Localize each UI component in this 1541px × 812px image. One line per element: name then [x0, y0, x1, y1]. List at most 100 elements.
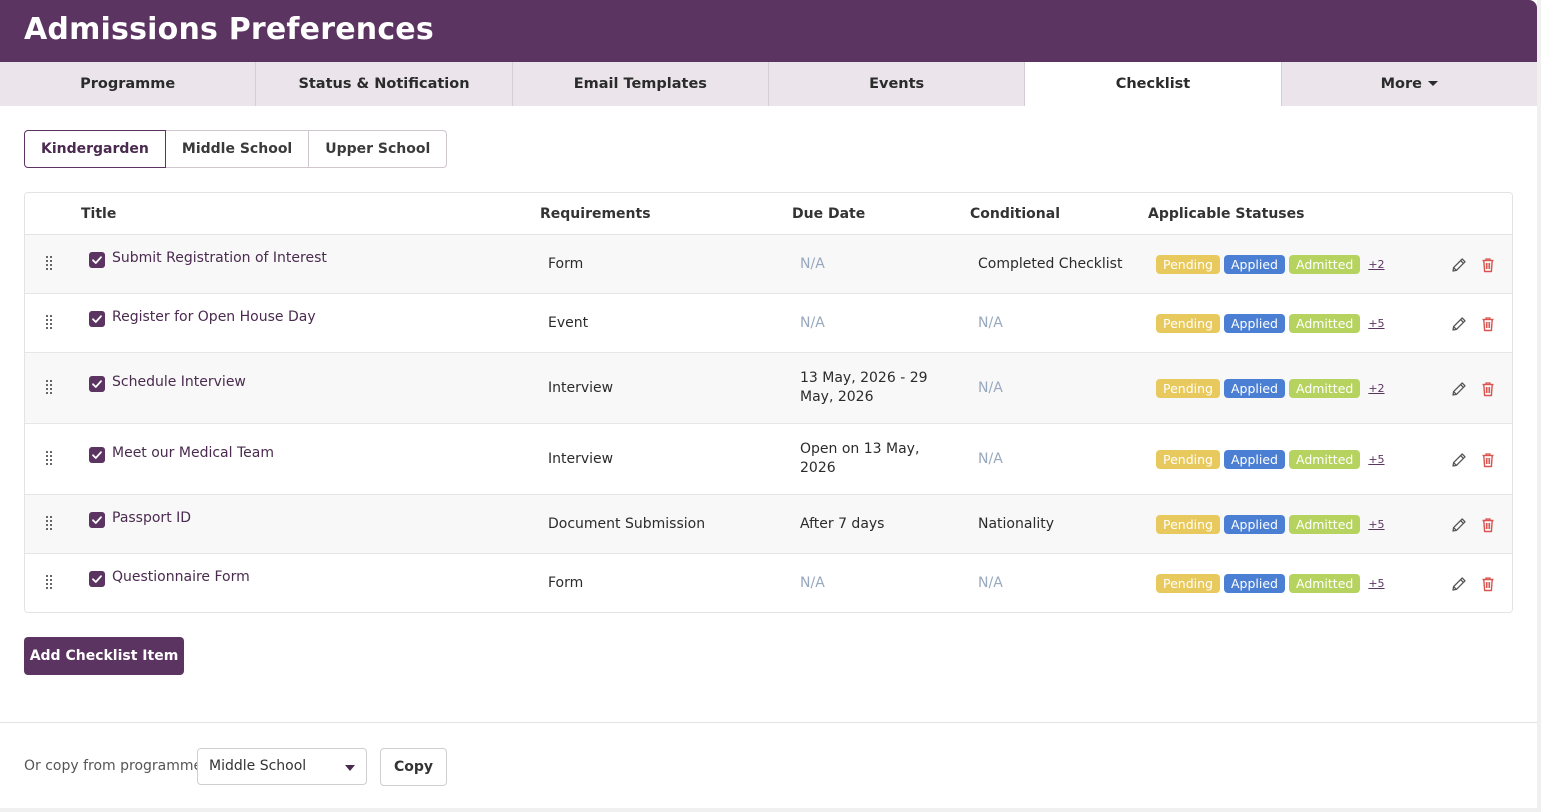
status-badge: Applied	[1223, 314, 1285, 333]
check-icon	[92, 380, 102, 388]
column-header-statuses: Applicable Statuses	[1148, 206, 1305, 222]
programme-select-value: Middle School	[209, 758, 307, 774]
row-conditional: N/A	[978, 380, 1003, 396]
row-conditional: N/A	[978, 315, 1003, 331]
row-checkbox[interactable]	[89, 512, 105, 528]
add-checklist-item-button[interactable]: Add Checklist Item	[24, 637, 184, 675]
pencil-icon[interactable]	[1450, 575, 1468, 593]
status-badges: Pending Applied Admitted +5	[1156, 574, 1385, 593]
column-header-title: Title	[81, 206, 117, 222]
pencil-icon[interactable]	[1450, 315, 1468, 333]
table-row[interactable]: Register for Open House Day Event N/A N/A Pe…	[25, 294, 1512, 353]
programme-select[interactable]: Middle School	[197, 748, 367, 785]
trash-icon[interactable]	[1479, 451, 1497, 469]
more-statuses-link[interactable]: +5	[1368, 453, 1384, 466]
row-title[interactable]: Meet our Medical Team	[112, 445, 274, 461]
tab-label: Checklist	[1115, 76, 1191, 92]
drag-handle-icon[interactable]	[46, 380, 52, 394]
row-checkbox[interactable]	[89, 376, 105, 392]
column-header-due-date: Due Date	[792, 206, 866, 222]
status-badge: Applied	[1223, 255, 1285, 274]
status-badges: Pending Applied Admitted +2	[1156, 379, 1385, 398]
pencil-icon[interactable]	[1450, 256, 1468, 274]
row-due-date-line-2: 2026	[800, 460, 836, 476]
segment-kindergarden[interactable]: Kindergarden	[24, 130, 166, 168]
row-title[interactable]: Schedule Interview	[112, 374, 246, 390]
drag-handle-icon[interactable]	[46, 451, 52, 465]
trash-icon[interactable]	[1479, 516, 1497, 534]
status-badges: Pending Applied Admitted +5	[1156, 515, 1385, 534]
status-badges: Pending Applied Admitted +5	[1156, 314, 1385, 333]
tab-label: Email Templates	[573, 76, 707, 92]
row-title[interactable]: Submit Registration of Interest	[112, 250, 327, 266]
trash-icon[interactable]	[1479, 315, 1497, 333]
divider	[0, 722, 1537, 723]
row-conditional: Nationality	[978, 516, 1055, 532]
check-icon	[92, 451, 102, 459]
row-due-date: Open on 13 May, 2026	[800, 440, 919, 478]
check-icon	[92, 315, 102, 323]
segment-middle-school[interactable]: Middle School	[165, 130, 310, 168]
drag-handle-icon[interactable]	[46, 256, 52, 270]
status-badge: Pending	[1156, 379, 1220, 398]
row-title[interactable]: Register for Open House Day	[112, 309, 316, 325]
row-conditional: N/A	[978, 575, 1003, 591]
trash-icon[interactable]	[1479, 256, 1497, 274]
row-conditional: Completed Checklist	[978, 256, 1123, 272]
tab-more[interactable]: More	[1282, 62, 1537, 106]
trash-icon[interactable]	[1479, 380, 1497, 398]
row-checkbox[interactable]	[89, 447, 105, 463]
segment-upper-school[interactable]: Upper School	[309, 130, 448, 168]
tab-programme[interactable]: Programme	[0, 62, 257, 106]
row-checkbox[interactable]	[89, 311, 105, 327]
tab-label: Status & Notification	[298, 76, 470, 92]
table-row[interactable]: Schedule Interview Interview 13 May, 2026 …	[25, 353, 1512, 424]
drag-handle-icon[interactable]	[46, 575, 52, 589]
status-badge: Admitted	[1288, 574, 1361, 593]
column-header-requirements: Requirements	[540, 206, 651, 222]
check-icon	[92, 575, 102, 583]
status-badge: Applied	[1223, 574, 1285, 593]
caret-down-icon	[345, 765, 355, 771]
drag-handle-icon[interactable]	[46, 315, 52, 329]
drag-handle-icon[interactable]	[46, 516, 52, 530]
row-checkbox[interactable]	[89, 252, 105, 268]
row-checkbox[interactable]	[89, 571, 105, 587]
status-badge: Applied	[1223, 515, 1285, 534]
tab-label: Programme	[80, 76, 176, 92]
row-title[interactable]: Questionnaire Form	[112, 569, 250, 585]
pencil-icon[interactable]	[1450, 451, 1468, 469]
row-due-date-line-1: 13 May, 2026 - 29	[800, 370, 928, 386]
more-statuses-link[interactable]: +2	[1368, 258, 1384, 271]
app-window: Admissions Preferences Programme Status …	[0, 0, 1537, 808]
status-badge: Pending	[1156, 574, 1220, 593]
status-badges: Pending Applied Admitted +5	[1156, 450, 1385, 469]
pencil-icon[interactable]	[1450, 380, 1468, 398]
more-statuses-link[interactable]: +5	[1368, 577, 1384, 590]
tab-events[interactable]: Events	[769, 62, 1026, 106]
copy-from-label: Or copy from programme	[24, 758, 203, 774]
status-badge: Pending	[1156, 515, 1220, 534]
tab-email-templates[interactable]: Email Templates	[513, 62, 769, 106]
table-row[interactable]: Questionnaire Form Form N/A N/A Pending Appli…	[25, 554, 1512, 612]
trash-icon[interactable]	[1479, 575, 1497, 593]
table-row[interactable]: Submit Registration of Interest Form N/A Co…	[25, 235, 1512, 294]
header-bar: Admissions Preferences	[0, 0, 1537, 62]
status-badge: Admitted	[1288, 515, 1361, 534]
more-statuses-link[interactable]: +5	[1368, 518, 1384, 531]
table-row[interactable]: Passport ID Document Submission After 7 da…	[25, 495, 1512, 554]
tab-status-notification[interactable]: Status & Notification	[256, 62, 513, 106]
status-badge: Pending	[1156, 314, 1220, 333]
row-title[interactable]: Passport ID	[112, 510, 191, 526]
copy-button[interactable]: Copy	[380, 748, 447, 786]
status-badge: Admitted	[1288, 255, 1361, 274]
status-badge: Applied	[1223, 450, 1285, 469]
tab-checklist[interactable]: Checklist	[1025, 62, 1282, 106]
tab-bar: Programme Status & Notification Email Te…	[0, 62, 1537, 106]
more-statuses-link[interactable]: +2	[1368, 382, 1384, 395]
row-due-date: 13 May, 2026 - 29 May, 2026	[800, 369, 928, 407]
table-row[interactable]: Meet our Medical Team Interview Open on 13…	[25, 424, 1512, 495]
pencil-icon[interactable]	[1450, 516, 1468, 534]
more-statuses-link[interactable]: +5	[1368, 317, 1384, 330]
status-badge: Admitted	[1288, 450, 1361, 469]
